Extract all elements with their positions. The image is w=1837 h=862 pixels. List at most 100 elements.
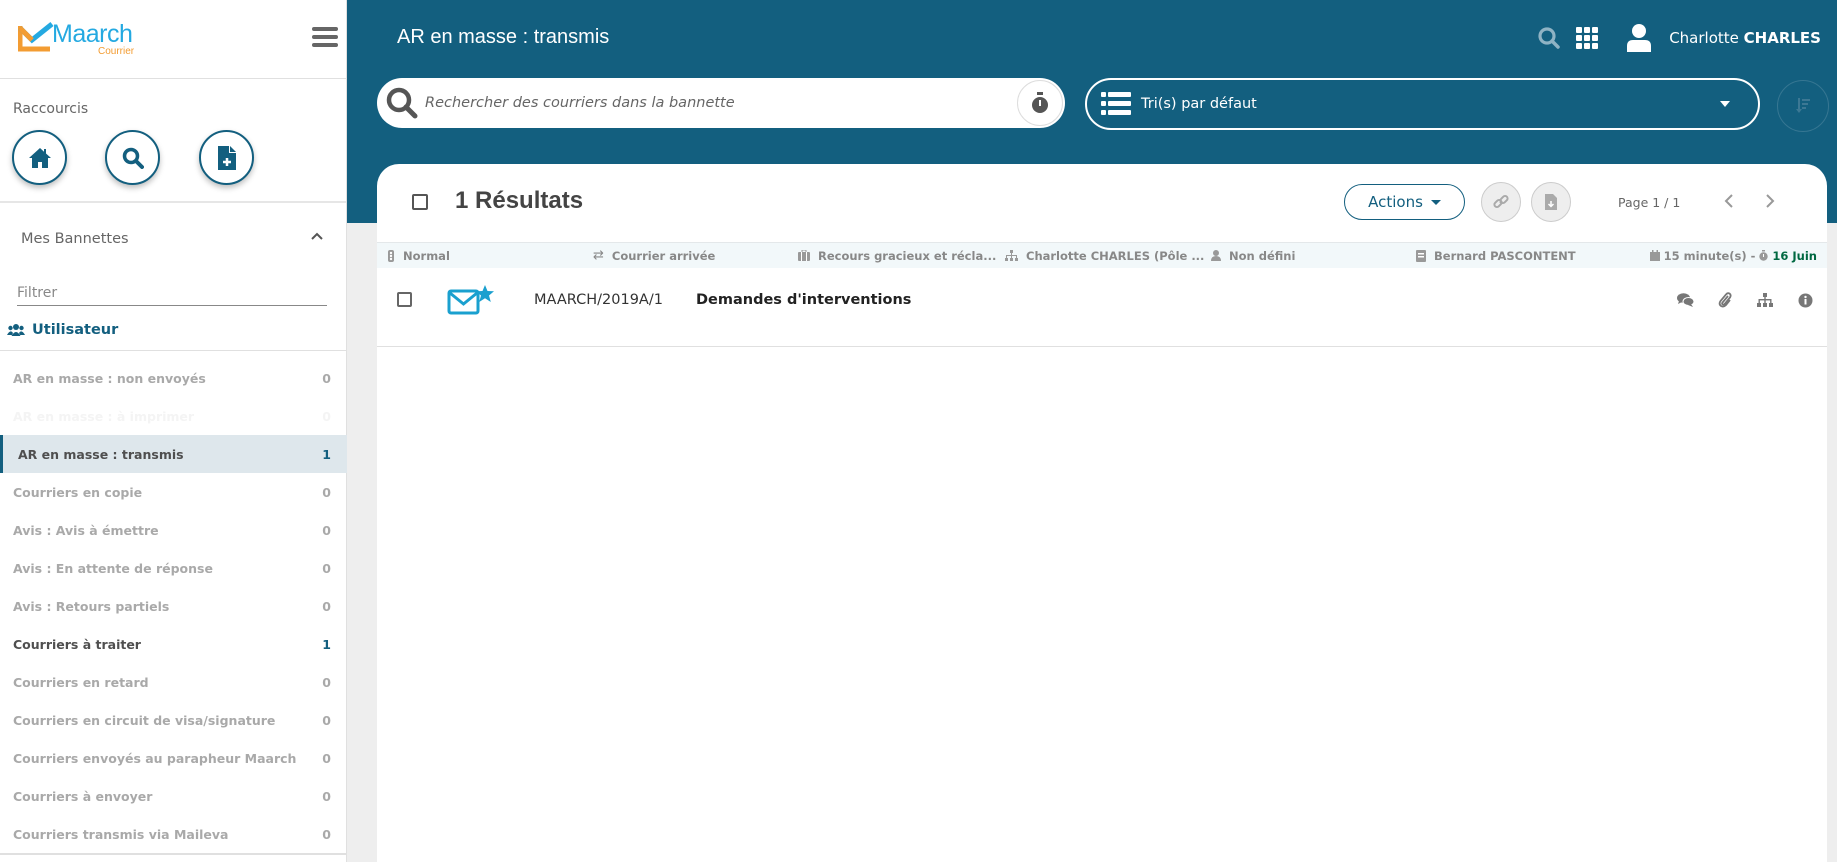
calendar-icon <box>1649 250 1660 261</box>
deadline-value: 16 Juin <box>1772 248 1817 263</box>
sidebar-basket-item[interactable]: Avis : Retours partiels 0 <box>0 587 347 625</box>
sidebar-basket-item[interactable]: Courriers à envoyer 0 <box>0 777 347 815</box>
bannettes-title: Mes Bannettes <box>21 231 129 247</box>
user-last-name: CHARLES <box>1743 29 1821 47</box>
sidebar-basket-item[interactable]: Courriers en circuit de visa/signature 0 <box>0 701 347 739</box>
sidebar-basket-item[interactable]: Courriers à traiter 1 <box>0 625 347 663</box>
global-search-button[interactable] <box>1535 24 1563 52</box>
meta-category: ⇄ Courrier arrivée <box>593 248 715 263</box>
meta-doctype: Recours gracieux et récla... <box>798 249 996 263</box>
meta-priority: Normal <box>387 249 450 263</box>
notes-button[interactable] <box>1675 290 1695 310</box>
sort-selected-value: Tri(s) par défaut <box>1141 96 1257 112</box>
basket-count: 0 <box>322 484 331 500</box>
user-name[interactable]: Charlotte CHARLES <box>1669 29 1821 47</box>
sitemap-icon <box>1005 250 1018 261</box>
previous-page-button[interactable] <box>1719 191 1739 211</box>
table-row[interactable]: MAARCH/2019A/1 Demandes d'interventions <box>377 268 1827 347</box>
traffic-light-icon <box>388 249 394 262</box>
sort-select[interactable]: Tri(s) par défaut <box>1085 78 1760 130</box>
logo-subtext: Courrier <box>98 46 135 57</box>
basket-label: AR en masse : à imprimer <box>13 408 195 424</box>
basket-search-box <box>377 78 1065 128</box>
info-button[interactable] <box>1795 290 1815 310</box>
actions-button[interactable]: Actions <box>1344 184 1465 220</box>
users-icon <box>7 324 25 336</box>
record-subject[interactable]: Demandes d'interventions <box>696 292 911 308</box>
sidebar-basket-item[interactable]: AR en masse : à imprimer 0 <box>0 397 347 435</box>
basket-count: 0 <box>322 522 331 538</box>
sidebar-basket-item[interactable]: AR en masse : transmis 1 <box>0 435 347 473</box>
chevron-right-icon <box>1766 194 1775 208</box>
shortcut-search-button[interactable] <box>105 130 160 185</box>
diffusion-list-button[interactable] <box>1755 290 1775 310</box>
page-title: AR en masse : transmis <box>397 26 610 48</box>
sidebar-basket-item[interactable]: Courriers envoyés au parapheur Maarch 0 <box>0 739 347 777</box>
next-page-button[interactable] <box>1760 191 1780 211</box>
shortcut-home-button[interactable] <box>12 130 67 185</box>
export-button[interactable] <box>1531 182 1571 222</box>
basket-count: 0 <box>322 370 331 386</box>
basket-label: Avis : Avis à émettre <box>13 522 159 538</box>
sidebar-basket-item[interactable]: Avis : Avis à émettre 0 <box>0 511 347 549</box>
basket-label: Courriers en retard <box>13 674 149 690</box>
search-icon <box>122 147 144 169</box>
basket-count: 0 <box>322 674 331 690</box>
stopwatch-icon <box>1032 92 1048 113</box>
comments-icon <box>1676 293 1694 307</box>
priority-value: Normal <box>403 248 450 263</box>
meta-contact: Non défini <box>1211 249 1295 263</box>
exchange-icon: ⇄ <box>593 248 604 263</box>
bannettes-header[interactable]: Mes Bannettes <box>0 203 346 267</box>
basket-filter-input[interactable] <box>17 270 327 306</box>
user-profile-button[interactable] <box>1625 24 1653 52</box>
sidebar-basket-item[interactable]: Avis : En attente de réponse 0 <box>0 549 347 587</box>
chrono-number[interactable]: MAARCH/2019A/1 <box>534 292 663 308</box>
list-icon <box>1101 92 1131 115</box>
chevron-up-icon[interactable] <box>310 229 324 243</box>
caret-down-icon <box>1720 101 1730 107</box>
sidebar: Maarch Courrier Raccourcis Mes Bannettes… <box>0 0 347 862</box>
stopwatch-icon <box>1759 250 1769 261</box>
sidebar-basket-item[interactable]: AR en masse : non envoyés 0 <box>0 359 347 397</box>
basket-count: 0 <box>322 598 331 614</box>
shortcut-new-document-button[interactable] <box>199 130 254 185</box>
basket-count: 0 <box>322 826 331 842</box>
basket-count: 0 <box>322 788 331 804</box>
sidebar-basket-item[interactable]: Courriers en retard 0 <box>0 663 347 701</box>
home-icon <box>28 147 51 168</box>
logo-text: Maarch <box>52 20 133 48</box>
meta-delay: 15 minute(s) - 16 Juin <box>1649 248 1817 263</box>
top-right-menu: Charlotte CHARLES <box>1525 20 1829 56</box>
user-icon <box>1627 24 1652 52</box>
apps-menu-button[interactable] <box>1573 24 1601 52</box>
basket-count: 1 <box>322 636 331 652</box>
logo-check-icon <box>18 22 54 52</box>
maarch-logo[interactable]: Maarch Courrier <box>18 18 138 58</box>
shortcuts-section: Raccourcis <box>0 79 346 203</box>
basket-label: Courriers à traiter <box>13 636 141 652</box>
attachments-button[interactable] <box>1715 290 1735 310</box>
select-all-checkbox[interactable] <box>412 194 428 210</box>
results-header: 1 Résultats Actions Page 1 / 1 <box>377 164 1827 242</box>
sidebar-basket-item[interactable]: Courriers transmis via Maileva 0 <box>0 815 347 853</box>
sort-order-button[interactable] <box>1777 80 1829 132</box>
contact-value: Non défini <box>1229 248 1296 263</box>
basket-label: Avis : Retours partiels <box>13 598 170 614</box>
basket-count: 0 <box>322 712 331 728</box>
category-value: Courrier arrivée <box>611 248 716 263</box>
doctype-value: Recours gracieux et récla... <box>818 248 997 263</box>
link-button[interactable] <box>1481 182 1521 222</box>
group-label: Utilisateur <box>32 322 119 338</box>
actions-label: Actions <box>1368 193 1423 211</box>
basket-label: Avis : En attente de réponse <box>13 560 213 576</box>
basket-label: Courriers envoyés au parapheur Maarch <box>13 750 297 766</box>
basket-search-input[interactable] <box>425 78 1017 128</box>
menu-toggle-icon[interactable] <box>312 27 338 51</box>
results-card: 1 Résultats Actions Page 1 / 1 Normal ⇄ … <box>377 164 1827 862</box>
row-checkbox[interactable] <box>397 292 412 307</box>
timer-filter-button[interactable] <box>1017 80 1063 126</box>
group-utilisateur[interactable]: Utilisateur <box>7 322 118 338</box>
sidebar-basket-item[interactable]: Courriers en copie 0 <box>0 473 347 511</box>
grid-icon <box>1576 27 1599 49</box>
